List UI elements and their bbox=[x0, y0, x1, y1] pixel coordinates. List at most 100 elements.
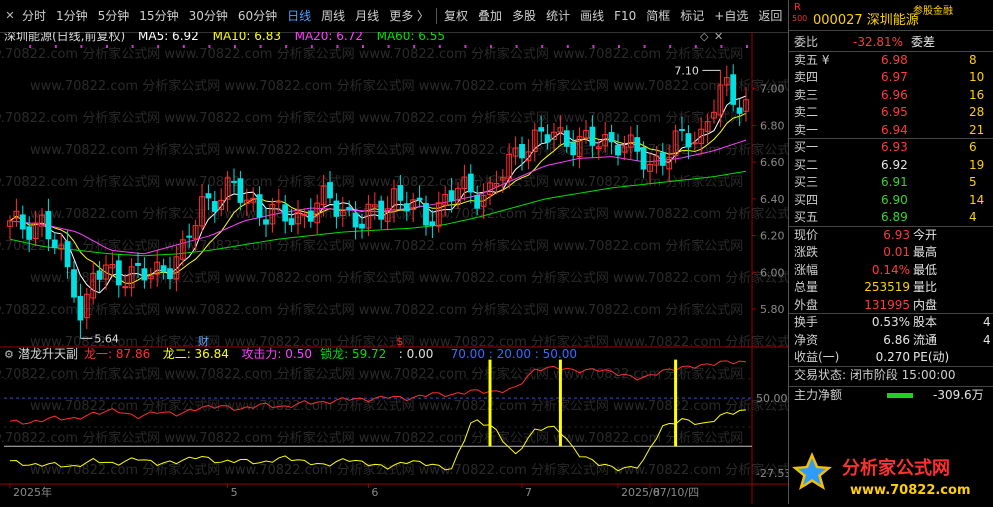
candle-down bbox=[538, 127, 545, 132]
signal-bar bbox=[488, 359, 492, 447]
draw-line-button[interactable]: 画线 bbox=[575, 3, 609, 29]
y-tick-label: 6.80 bbox=[760, 119, 785, 132]
event-dot bbox=[362, 45, 364, 48]
main-net-value: -309.6万 bbox=[933, 387, 984, 402]
r-tag: R bbox=[794, 2, 801, 13]
stat-label-2: 量比 bbox=[913, 280, 938, 294]
adjust-button[interactable]: 复权 bbox=[439, 3, 473, 29]
buy-label: 买五 bbox=[794, 210, 819, 224]
buy-row[interactable]: 买四 6.90 14 bbox=[789, 192, 993, 209]
stats-button[interactable]: 统计 bbox=[541, 3, 575, 29]
tab-fenshi[interactable]: 分时 bbox=[17, 3, 51, 29]
watermark-text: www.70822.com 分析家公式网 www.70822.com 分析家公式… bbox=[0, 174, 743, 190]
sell-row[interactable]: 卖一 6.94 21 bbox=[789, 122, 993, 139]
tab-daily[interactable]: 日线 bbox=[282, 3, 316, 29]
buy-label: 买二 bbox=[794, 157, 819, 172]
stat2-label: 收益(一) bbox=[794, 350, 840, 364]
event-dot bbox=[54, 45, 57, 48]
buy-label: 买三 bbox=[794, 175, 819, 189]
buy-price: 6.91 bbox=[881, 175, 908, 189]
event-dot bbox=[29, 45, 32, 48]
buy-row[interactable]: 买二 6.92 19 bbox=[789, 157, 993, 174]
sell-label: 卖二 bbox=[794, 105, 819, 119]
y-tick-label: 6.60 bbox=[760, 156, 785, 169]
mark-button[interactable]: 标记 bbox=[675, 3, 709, 29]
more-menu[interactable]: 更多 〉 bbox=[384, 3, 434, 29]
weibi-label: 委比 bbox=[794, 35, 819, 49]
high-marker-label: 7.10 bbox=[674, 64, 699, 77]
candle-down bbox=[51, 239, 58, 248]
buy-volume: 5 bbox=[969, 175, 977, 189]
kline-chart[interactable]: www.70822.com 分析家公式网 www.70822.com 分析家公式… bbox=[0, 28, 803, 504]
sell-row[interactable]: 卖二 6.95 28 bbox=[789, 104, 993, 121]
buy-row[interactable]: 买五 6.89 4 bbox=[789, 209, 993, 226]
tab-5min[interactable]: 5分钟 bbox=[93, 3, 135, 29]
low-marker-label: 5.64 bbox=[94, 332, 119, 345]
close-icon[interactable]: ✕ bbox=[3, 9, 17, 23]
multi-stock-button[interactable]: 多股 bbox=[507, 3, 541, 29]
sell-row[interactable]: 卖五 ¥ 6.98 8 bbox=[789, 52, 993, 69]
event-dot bbox=[131, 45, 134, 48]
sell-price: 6.95 bbox=[881, 105, 908, 119]
buy-row[interactable]: 买一 6.93 6 bbox=[789, 139, 993, 156]
tab-monthly[interactable]: 月线 bbox=[350, 3, 384, 29]
sell-row[interactable]: 卖三 6.96 16 bbox=[789, 87, 993, 104]
tab-weekly[interactable]: 周线 bbox=[316, 3, 350, 29]
f10-button[interactable]: F10 bbox=[609, 3, 641, 29]
candle-down bbox=[640, 147, 647, 170]
event-dot bbox=[182, 45, 185, 48]
buy-label: 买一 bbox=[794, 140, 819, 154]
event-dot bbox=[746, 45, 748, 48]
candle-down bbox=[397, 185, 404, 201]
chart-title: 深圳能源(日线,前复权) bbox=[4, 32, 125, 43]
candle-down bbox=[256, 194, 263, 218]
tab-15min[interactable]: 15分钟 bbox=[134, 3, 183, 29]
stat2-value: 6.86 bbox=[883, 332, 910, 347]
candle-down bbox=[333, 200, 340, 217]
event-dot bbox=[80, 45, 83, 48]
candle-down bbox=[327, 182, 333, 199]
candle-down bbox=[205, 193, 212, 199]
stat-label: 现价 bbox=[794, 227, 819, 242]
stat2-row: 换手 0.53% 股本 4 bbox=[789, 314, 993, 331]
ma-legend-ma10: MA10: 6.83 bbox=[213, 32, 281, 43]
kline-chart-area[interactable]: www.70822.com 分析家公式网 www.70822.com 分析家公式… bbox=[0, 28, 803, 504]
buy-volume: 14 bbox=[969, 192, 985, 207]
x-tick-label: 6 bbox=[371, 486, 378, 499]
watermark-text: www.70822.com 分析家公式网 www.70822.com 分析家公式… bbox=[0, 110, 743, 126]
event-dot bbox=[259, 45, 262, 48]
buy-price: 6.89 bbox=[881, 210, 908, 224]
candle-down bbox=[423, 203, 429, 226]
candle-up bbox=[691, 142, 698, 145]
stat-label-2: 最低 bbox=[913, 262, 938, 277]
candle-down bbox=[186, 235, 193, 238]
stat-label-2: 内盘 bbox=[913, 297, 938, 312]
trade-status-row: 交易状态: 闭市阶段 15:00:00 bbox=[789, 367, 993, 384]
candle-down bbox=[346, 207, 353, 211]
event-dot bbox=[720, 45, 723, 48]
expand-icon: ◇ bbox=[700, 32, 709, 43]
event-dot bbox=[694, 45, 697, 48]
buy-row[interactable]: 买三 6.91 5 bbox=[789, 174, 993, 191]
buy-volume: 19 bbox=[969, 157, 985, 172]
back-button[interactable]: 返回 bbox=[753, 3, 787, 29]
stat-row: 涨跌 0.01 最高 bbox=[789, 244, 993, 261]
candle-down bbox=[307, 210, 314, 222]
sell-price: 6.94 bbox=[881, 122, 908, 137]
indicator-legend-2: 攻击力: 0.50 bbox=[241, 347, 312, 361]
candle-down bbox=[135, 263, 141, 266]
simple-frame-button[interactable]: 简框 bbox=[641, 3, 675, 29]
tab-60min[interactable]: 60分钟 bbox=[233, 3, 282, 29]
candle-down bbox=[352, 212, 359, 228]
y-tick-label: 6.20 bbox=[760, 230, 785, 243]
event-dot bbox=[234, 45, 236, 48]
add-watchlist-button[interactable]: +自选 bbox=[709, 3, 753, 29]
tab-1min[interactable]: 1分钟 bbox=[51, 3, 93, 29]
overlay-button[interactable]: 叠加 bbox=[473, 3, 507, 29]
x-tick-label: 7 bbox=[525, 486, 532, 499]
sector-tag[interactable]: 参股金融 bbox=[913, 2, 953, 17]
sell-row[interactable]: 卖四 6.97 10 bbox=[789, 69, 993, 86]
candle-down bbox=[544, 134, 551, 143]
tab-30min[interactable]: 30分钟 bbox=[184, 3, 233, 29]
stock-code-name[interactable]: 000027 深圳能源 bbox=[813, 9, 919, 28]
